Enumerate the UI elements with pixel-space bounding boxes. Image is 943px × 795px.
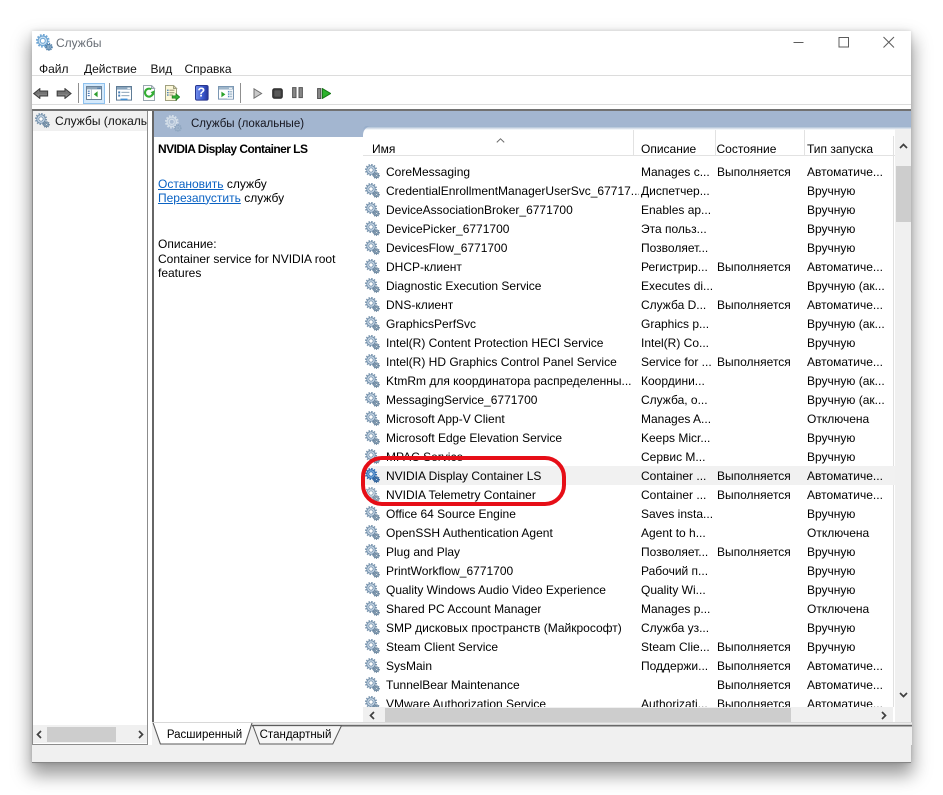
svg-text:?: ? [197,86,205,100]
svg-text:Расширенный: Расширенный [166,729,241,741]
svg-text:Стандартный: Стандартный [259,729,331,741]
